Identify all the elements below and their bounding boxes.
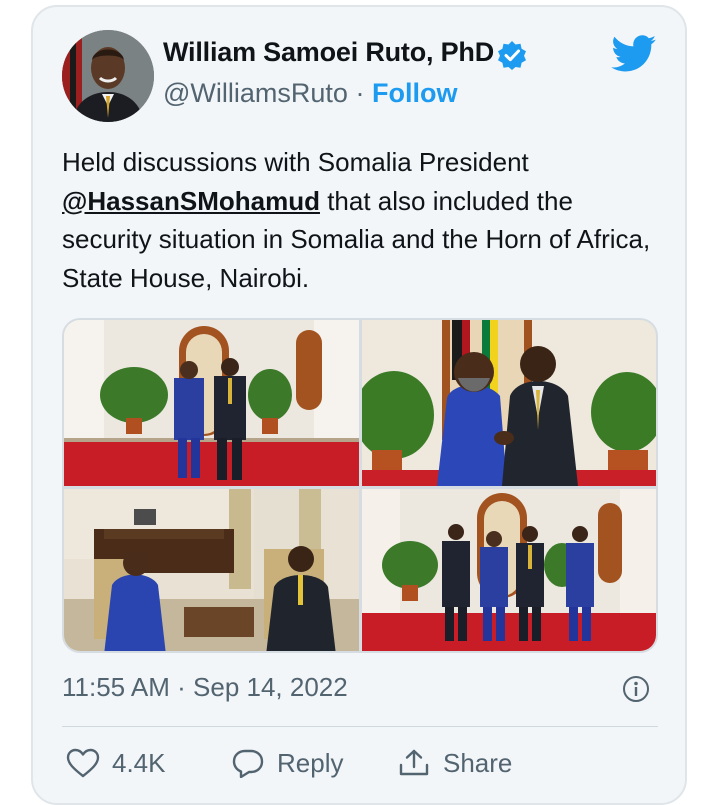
- author-handle[interactable]: @WilliamsRuto: [163, 78, 348, 108]
- reply-button[interactable]: Reply: [231, 748, 343, 779]
- photo-2[interactable]: [362, 320, 656, 486]
- follow-button[interactable]: Follow: [372, 78, 457, 108]
- share-label: Share: [443, 748, 513, 778]
- handle-row: @WilliamsRuto · Follow: [163, 78, 457, 109]
- handle-separator: ·: [355, 78, 365, 108]
- verified-badge-icon: [498, 41, 526, 70]
- like-button[interactable]: 4.4K: [66, 748, 166, 779]
- avatar[interactable]: [62, 30, 154, 122]
- tweet-text-before: Held discussions with Somalia President: [62, 147, 529, 177]
- tweet-text: Held discussions with Somalia President …: [62, 143, 652, 297]
- photo-grid: [62, 318, 658, 653]
- photo-3[interactable]: [64, 489, 359, 651]
- tweet-timestamp[interactable]: 11:55 AM · Sep 14, 2022: [62, 672, 348, 703]
- author-name[interactable]: William Samoei Ruto, PhD: [163, 37, 494, 68]
- info-icon[interactable]: [622, 675, 650, 703]
- reply-label: Reply: [277, 748, 344, 778]
- divider: [62, 726, 658, 727]
- reply-bubble-icon: [232, 749, 264, 779]
- mention-link[interactable]: @HassanSMohamud: [62, 186, 320, 216]
- share-button[interactable]: Share: [397, 748, 512, 779]
- twitter-bird-icon[interactable]: [611, 35, 657, 73]
- photo-4[interactable]: [362, 489, 656, 651]
- share-icon: [399, 749, 429, 776]
- photo-1[interactable]: [64, 320, 359, 486]
- heart-icon: [66, 748, 100, 778]
- like-count: 4.4K: [112, 748, 166, 778]
